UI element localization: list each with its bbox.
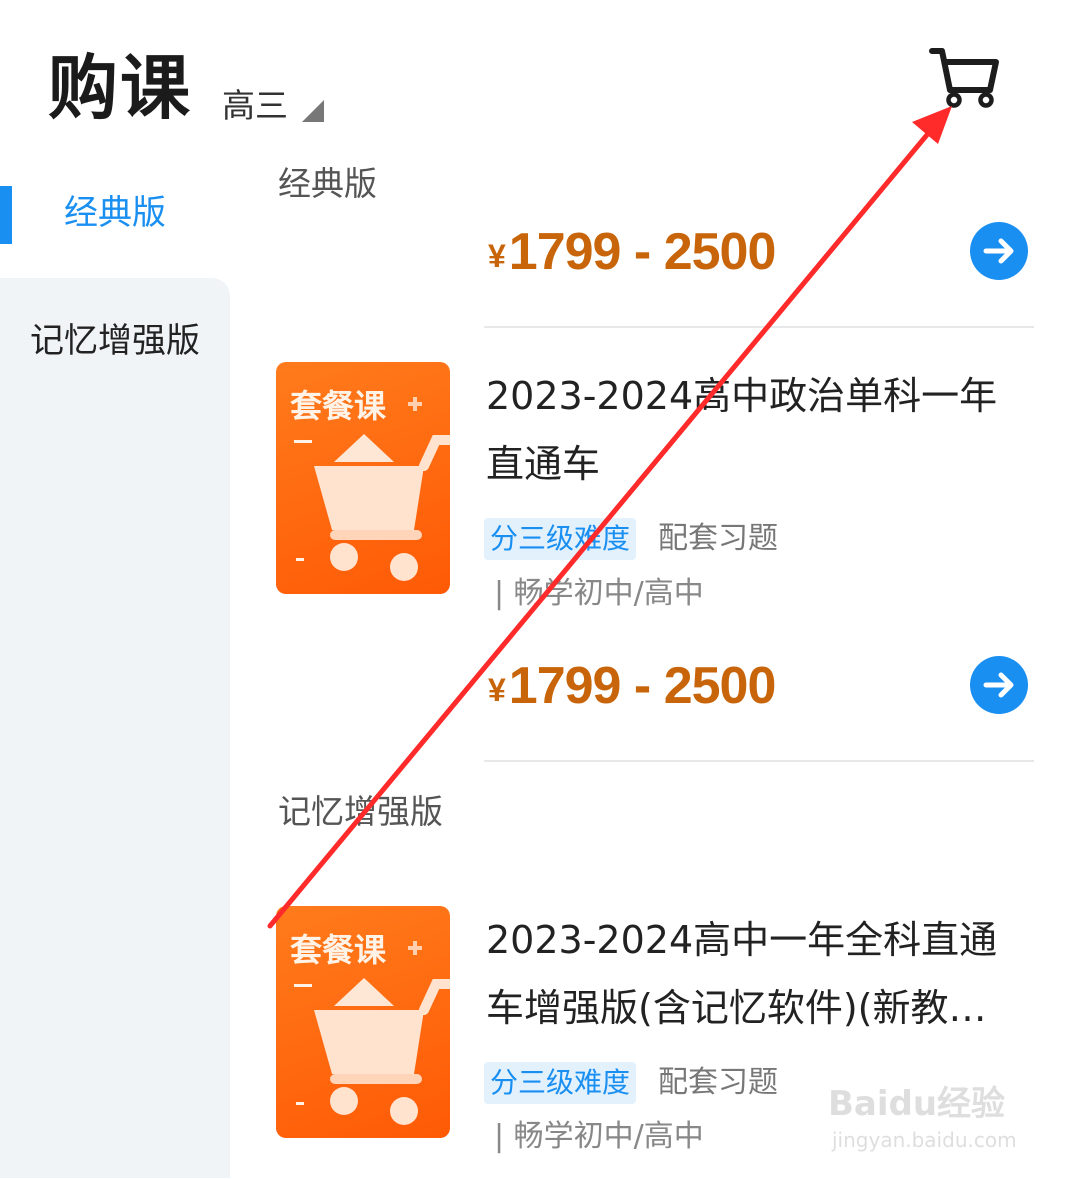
watermark-url: jingyan.baidu.com xyxy=(832,1128,1017,1152)
difficulty-tag: 分三级难度 xyxy=(484,518,637,560)
go-to-course-button[interactable] xyxy=(970,656,1028,714)
sidebar-item-memory-enhanced[interactable]: 记忆增强版 xyxy=(0,310,230,380)
currency-symbol: ¥ xyxy=(488,238,506,274)
price-range: 1799 - 2500 xyxy=(508,657,777,715)
section-heading: 记忆增强版 xyxy=(278,792,443,831)
currency-symbol: ¥ xyxy=(488,672,506,708)
provider-label: | 畅学初中/高中 xyxy=(494,576,704,611)
grade-selector[interactable]: 高三 xyxy=(222,84,288,128)
exercise-tag: 配套习题 xyxy=(658,1065,778,1100)
course-price: ¥1799 - 2500 xyxy=(488,222,777,286)
cart-illustration xyxy=(294,397,450,581)
page-title: 购课 xyxy=(48,47,192,129)
sidebar-background xyxy=(0,278,230,1178)
divider xyxy=(484,326,1034,328)
sidebar-item-classic[interactable]: 经典版 xyxy=(0,180,230,248)
sidebar-item-label: 记忆增强版 xyxy=(30,321,200,361)
category-sidebar: 经典版 记忆增强版 xyxy=(0,150,230,1179)
difficulty-tag: 分三级难度 xyxy=(484,1062,637,1104)
course-price: ¥1799 - 2500 xyxy=(488,656,777,720)
course-title[interactable]: 2023-2024高中政治单科一年直通车 xyxy=(486,362,1026,498)
caret-down-icon[interactable] xyxy=(302,100,324,122)
course-thumbnail[interactable]: 套餐课 xyxy=(276,362,450,594)
active-indicator xyxy=(0,186,12,244)
shopping-cart-button[interactable] xyxy=(928,44,1000,110)
arrow-right-icon xyxy=(983,672,1014,698)
course-thumbnail[interactable]: 套餐课 xyxy=(276,906,450,1138)
sidebar-item-label: 经典版 xyxy=(64,193,166,233)
exercise-tag: 配套习题 xyxy=(658,521,778,556)
section-heading: 经典版 xyxy=(278,164,377,203)
shopping-cart-icon xyxy=(929,48,999,108)
course-title[interactable]: 2023-2024高中一年全科直通车增强版(含记忆软件)(新教… xyxy=(486,906,1026,1042)
provider-label: | 畅学初中/高中 xyxy=(494,1119,704,1154)
go-to-course-button[interactable] xyxy=(970,222,1028,280)
watermark-brand: Baidu经验 xyxy=(828,1084,1006,1124)
arrow-right-icon xyxy=(983,238,1014,264)
price-range: 1799 - 2500 xyxy=(508,223,777,281)
divider xyxy=(484,760,1034,762)
cart-illustration xyxy=(294,941,450,1125)
baidu-jingyan-watermark: Baidu经验 jingyan.baidu.com xyxy=(828,1062,1028,1162)
